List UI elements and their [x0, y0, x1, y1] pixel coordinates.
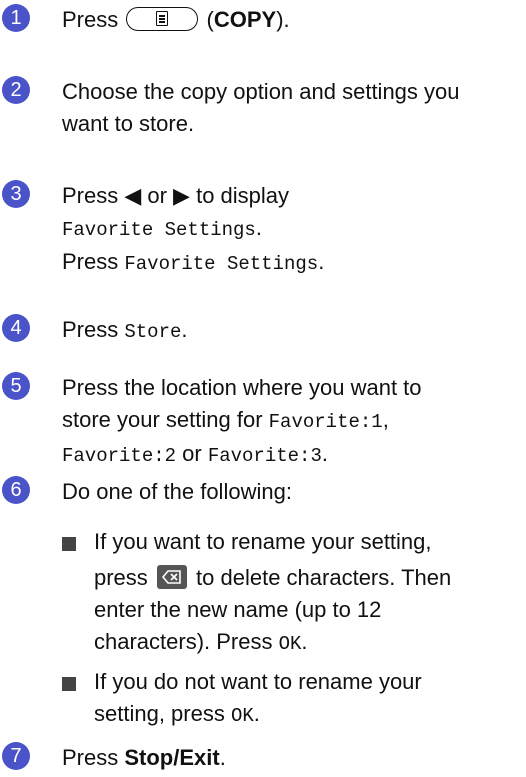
sub-item-no-rename: If you do not want to rename your settin… [94, 669, 422, 727]
bullet-square [62, 537, 76, 551]
bullet-square [62, 677, 76, 691]
backspace-icon [156, 565, 187, 590]
step-text: Press Stop/Exit. [62, 745, 226, 770]
sub-item-rename: If you want to rename your setting, pres… [94, 529, 452, 655]
step-number: 3 [2, 180, 30, 208]
step-text: Press Store. [62, 317, 188, 343]
step-text: Choose the copy option and settings you … [62, 79, 460, 136]
step-text: Press ◀ or ▶ to display Favorite Setting… [62, 183, 325, 275]
step-number: 1 [2, 4, 30, 32]
step-number: 6 [2, 476, 30, 504]
step-text: Do one of the following: [62, 479, 292, 504]
step-number: 4 [2, 314, 30, 342]
step-text: Press the location where you want to sto… [62, 375, 422, 467]
copy-button-icon [126, 7, 199, 32]
step-number: 7 [2, 742, 30, 770]
step-number: 5 [2, 372, 30, 400]
step-number: 2 [2, 76, 30, 104]
step-text: Press (COPY). [62, 7, 290, 32]
